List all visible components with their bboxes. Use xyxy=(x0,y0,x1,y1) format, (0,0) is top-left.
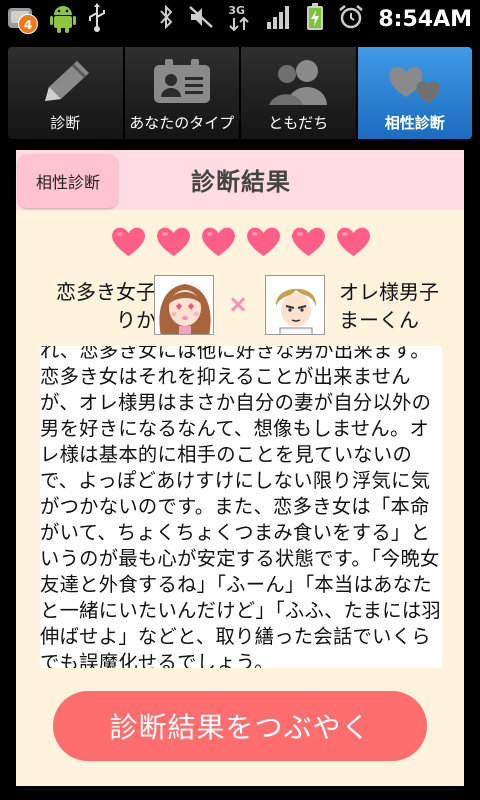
right-person-name: オレ様男子 まーくん xyxy=(339,278,463,334)
compatibility-button[interactable]: 相性診断 xyxy=(18,154,118,208)
heart-rating xyxy=(110,224,372,258)
tab-bar: 診断 あなたのタイプ ともだち 相性診断 xyxy=(8,47,472,139)
result-panel: 相性診断 診断結果 恋多き女子 りか × オレ様男子 まーくん れ、恋多き女には… xyxy=(16,150,464,786)
result-text: れ、恋多き女には他に好きな男が出来ます。恋多き女はそれを抑えることが出来ませんが… xyxy=(40,346,441,668)
right-person-nickname: まーくん xyxy=(339,308,419,332)
notification-badge-icon[interactable]: 4 xyxy=(6,4,40,36)
avatar-left xyxy=(154,275,214,335)
right-person-type: オレ様男子 xyxy=(339,280,439,304)
avatar-right xyxy=(265,275,325,335)
heart-icon xyxy=(112,227,145,256)
usb-icon xyxy=(86,3,108,37)
signal-icon xyxy=(266,4,292,34)
tab-label: あなたのタイプ xyxy=(129,114,235,132)
panel-header: 相性診断 診断結果 xyxy=(16,150,464,210)
page-title: 診断結果 xyxy=(191,168,291,196)
tab-label: 診断 xyxy=(50,114,81,132)
android-robot-icon xyxy=(50,3,76,37)
left-person-type: 恋多き女子 xyxy=(56,280,156,304)
tab-your-type[interactable]: あなたのタイプ xyxy=(124,47,241,139)
mute-icon xyxy=(188,5,214,33)
heart-icon xyxy=(247,227,280,256)
match-separator: × xyxy=(228,290,249,318)
friends-icon xyxy=(265,57,331,111)
alarm-icon xyxy=(338,4,364,34)
tab-label: ともだち xyxy=(268,114,329,132)
result-text-scroll[interactable]: れ、恋多き女には他に好きな男が出来ます。恋多き女はそれを抑えることが出来ませんが… xyxy=(40,346,442,668)
notification-count: 4 xyxy=(18,14,38,34)
tab-shindan[interactable]: 診断 xyxy=(8,47,125,139)
id-card-icon xyxy=(149,57,215,111)
tab-compatibility[interactable]: 相性診断 xyxy=(357,47,472,139)
clock: 8:54AM xyxy=(378,6,472,32)
bluetooth-icon xyxy=(158,4,174,33)
match-row: 恋多き女子 りか × オレ様男子 まーくん xyxy=(16,274,464,340)
pencil-icon xyxy=(35,57,95,111)
tab-friends[interactable]: ともだち xyxy=(241,47,358,139)
left-person-name: 恋多き女子 りか xyxy=(32,278,156,334)
status-bar: 4 3G 8:54AM xyxy=(0,0,480,38)
heart-icon xyxy=(157,227,190,256)
heart-icon xyxy=(202,227,235,256)
hearts-icon xyxy=(382,57,448,111)
left-person-nickname: りか xyxy=(116,308,156,332)
3g-data-icon: 3G xyxy=(228,4,252,34)
heart-icon xyxy=(337,227,370,256)
battery-charging-icon xyxy=(306,3,324,35)
heart-icon xyxy=(292,227,325,256)
tab-label: 相性診断 xyxy=(384,114,445,132)
tweet-result-button[interactable]: 診断結果をつぶやく xyxy=(53,691,427,761)
